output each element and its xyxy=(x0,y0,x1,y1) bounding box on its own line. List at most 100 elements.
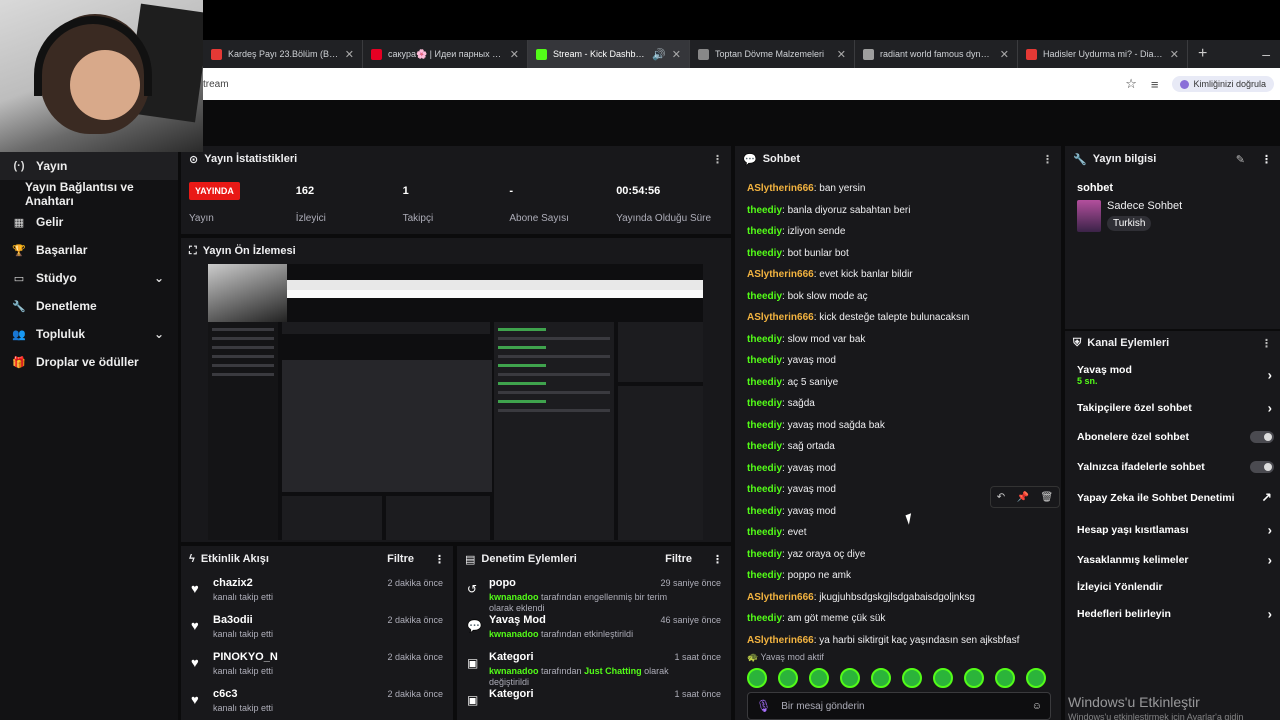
chat-username[interactable]: theediy xyxy=(747,570,782,581)
emote-icon[interactable] xyxy=(964,668,984,688)
chat-message[interactable]: theediy: sağ ortada xyxy=(747,436,1049,458)
minimize-icon[interactable]: – xyxy=(1262,46,1280,62)
chevron-right-icon[interactable]: › xyxy=(1268,553,1272,568)
new-tab-button[interactable]: + xyxy=(1188,45,1217,63)
chat-message[interactable]: ASlytherin666: ya harbi siktirgit kaç ya… xyxy=(747,630,1049,652)
media-control-icon[interactable]: ≡ xyxy=(1151,77,1159,92)
chevron-right-icon[interactable]: › xyxy=(1268,607,1272,622)
chat-username[interactable]: theediy xyxy=(747,441,782,452)
chat-message[interactable]: theediy: poppo ne amk xyxy=(747,565,1049,587)
chat-message[interactable]: theediy: yaz oraya oç diye xyxy=(747,544,1049,566)
close-icon[interactable]: ✕ xyxy=(672,48,681,61)
microphone-icon[interactable]: 🎙 xyxy=(756,699,771,713)
stats-menu-icon[interactable]: ⋮ xyxy=(712,153,723,166)
chevron-down-icon[interactable]: ⌄ xyxy=(154,327,164,341)
chat-username[interactable]: theediy xyxy=(747,613,782,624)
chat-username[interactable]: ASlytherin666 xyxy=(747,312,814,323)
close-icon[interactable]: ✕ xyxy=(1000,48,1009,61)
bookmark-star-icon[interactable]: ☆ xyxy=(1125,76,1137,92)
chat-username[interactable]: theediy xyxy=(747,377,782,388)
chat-username[interactable]: theediy xyxy=(747,463,782,474)
chat-username[interactable]: theediy xyxy=(747,355,782,366)
chat-message[interactable]: theediy: bot bunlar bot xyxy=(747,243,1049,265)
chat-username[interactable]: theediy xyxy=(747,334,782,345)
emote-icon[interactable] xyxy=(809,668,829,688)
sidebar-item-7[interactable]: 👥 Topluluk ⌄ xyxy=(0,320,178,348)
toggle-switch[interactable] xyxy=(1250,431,1274,443)
channel-action-item[interactable]: Yapay Zeka ile Sohbet Denetimi ↗ xyxy=(1065,481,1280,515)
chat-username[interactable]: ASlytherin666 xyxy=(747,635,814,646)
moderation-filter-button[interactable]: Filtre xyxy=(665,553,692,565)
trash-icon[interactable]: 🗑 xyxy=(1041,492,1054,503)
chat-input[interactable]: 🎙 Bir mesaj gönderin ☺ xyxy=(747,692,1051,720)
chat-username[interactable]: theediy xyxy=(747,484,782,495)
close-icon[interactable]: ✕ xyxy=(510,48,519,61)
emote-icon[interactable] xyxy=(778,668,798,688)
channel-action-item[interactable]: Yalnızca ifadelerle sohbet xyxy=(1065,453,1280,481)
chat-message[interactable]: theediy: banla diyoruz sabahtan beri xyxy=(747,200,1049,222)
chat-username[interactable]: theediy xyxy=(747,248,782,259)
emoji-icon[interactable]: ☺ xyxy=(1032,701,1042,712)
moderation-menu-icon[interactable]: ⋮ xyxy=(712,553,723,566)
sidebar-item-8[interactable]: 🎁 Droplar ve ödüller xyxy=(0,348,178,376)
toggle-switch[interactable] xyxy=(1250,461,1274,473)
browser-tab[interactable]: сакура🌸 | Идеи парных тату ✕ xyxy=(363,40,528,68)
chevron-down-icon[interactable]: ⌄ xyxy=(154,271,164,285)
sidebar-item-5[interactable]: ▭ Stüdyo ⌄ xyxy=(0,264,178,292)
url-text[interactable]: tream xyxy=(203,79,229,90)
close-icon[interactable]: ✕ xyxy=(1170,48,1179,61)
sidebar-item-2[interactable]: Yayın Bağlantısı ve Anahtarı xyxy=(0,180,178,208)
chat-message[interactable]: theediy: bok slow mode aç xyxy=(747,286,1049,308)
browser-tab[interactable]: Kardeş Payı 23.Bölüm (Bipsiz Ve ✕ xyxy=(203,40,363,68)
chat-message[interactable]: theediy: am göt meme çük sük xyxy=(747,608,1049,630)
identity-button[interactable]: Kimliğinizi doğrula xyxy=(1172,76,1274,92)
chevron-right-icon[interactable]: › xyxy=(1268,368,1272,383)
events-filter-button[interactable]: Filtre xyxy=(387,553,414,565)
emote-icon[interactable] xyxy=(902,668,922,688)
address-bar[interactable]: tream ☆ ≡ Kimliğinizi doğrula xyxy=(203,68,1280,100)
sidebar-item-4[interactable]: 🏆 Başarılar xyxy=(0,236,178,264)
chat-message[interactable]: theediy: evet xyxy=(747,522,1049,544)
chevron-right-icon[interactable]: › xyxy=(1268,401,1272,416)
chat-message[interactable]: theediy: sağda xyxy=(747,393,1049,415)
chat-message[interactable]: theediy: slow mod var bak xyxy=(747,329,1049,351)
chat-username[interactable]: theediy xyxy=(747,420,782,431)
chat-message[interactable]: ASlytherin666: kick desteğe talepte bulu… xyxy=(747,307,1049,329)
chat-username[interactable]: ASlytherin666 xyxy=(747,592,814,603)
chat-message[interactable]: ASlytherin666: jkugjuhbsdgskgjlsdgabaisd… xyxy=(747,587,1049,609)
events-menu-icon[interactable]: ⋮ xyxy=(434,553,445,566)
stream-info-menu-icon[interactable]: ⋮ xyxy=(1261,153,1272,166)
channel-action-item[interactable]: Abonelere özel sohbet xyxy=(1065,421,1280,453)
channel-actions-menu-icon[interactable]: ⋮ xyxy=(1261,337,1272,350)
emote-icon[interactable] xyxy=(747,668,767,688)
chat-message[interactable]: ASlytherin666: evet kick banlar bildir xyxy=(747,264,1049,286)
emote-icon[interactable] xyxy=(995,668,1015,688)
chevron-right-icon[interactable]: › xyxy=(1268,523,1272,538)
sidebar-item-6[interactable]: 🔧 Denetleme xyxy=(0,292,178,320)
browser-tab[interactable]: Toptan Dövme Malzemeleri ✕ xyxy=(690,40,855,68)
emote-icon[interactable] xyxy=(933,668,953,688)
browser-tab[interactable]: radiant world famous dynamic ✕ xyxy=(855,40,1018,68)
channel-action-item[interactable]: Yasaklanmış kelimeler › xyxy=(1065,545,1280,575)
chat-message[interactable]: theediy: yavaş mod xyxy=(747,458,1049,480)
chat-username[interactable]: ASlytherin666 xyxy=(747,183,814,194)
close-icon[interactable]: ✕ xyxy=(345,48,354,61)
chat-message[interactable]: theediy: yavaş mod sağda bak xyxy=(747,415,1049,437)
close-icon[interactable]: ✕ xyxy=(837,48,846,61)
chat-username[interactable]: theediy xyxy=(747,506,782,517)
browser-tab[interactable]: Hadisler Uydurma mi? - Diamo ✕ xyxy=(1018,40,1188,68)
chat-message[interactable]: theediy: aç 5 saniye xyxy=(747,372,1049,394)
chat-username[interactable]: theediy xyxy=(747,205,782,216)
chat-username[interactable]: theediy xyxy=(747,549,782,560)
browser-tab[interactable]: Stream - Kick Dashboard 🔊 ✕ xyxy=(528,40,690,68)
sidebar-item-1[interactable]: (·) Yayın xyxy=(0,152,178,180)
emote-icon[interactable] xyxy=(1026,668,1046,688)
chat-username[interactable]: theediy xyxy=(747,527,782,538)
chat-message[interactable]: theediy: izliyon sende xyxy=(747,221,1049,243)
external-link-icon[interactable]: ↗ xyxy=(1261,490,1272,506)
stream-preview-video[interactable] xyxy=(208,264,703,540)
sidebar-item-3[interactable]: ▦ Gelir xyxy=(0,208,178,236)
chat-username[interactable]: ASlytherin666 xyxy=(747,269,814,280)
channel-action-item[interactable]: Yavaş mod 5 sn. › xyxy=(1065,355,1280,395)
chat-username[interactable]: theediy xyxy=(747,226,782,237)
